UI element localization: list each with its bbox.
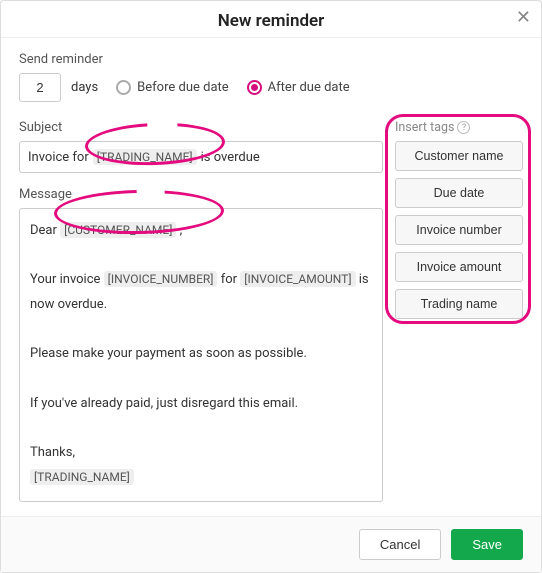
message-text: for	[221, 272, 237, 287]
send-reminder-label: Send reminder	[19, 52, 523, 67]
message-text: Please make your payment as soon as poss…	[30, 342, 372, 367]
subject-label: Subject	[19, 120, 383, 135]
message-input[interactable]: Dear [CUSTOMER_NAME] , Your invoice [INV…	[19, 208, 383, 502]
radio-icon	[116, 80, 131, 95]
days-text: days	[71, 80, 98, 95]
message-label: Message	[19, 187, 383, 202]
left-column: Subject Invoice for [TRADING_NAME] is ov…	[19, 120, 383, 502]
message-text: Dear	[30, 223, 57, 238]
tag-btn-invoice-amount[interactable]: Invoice amount	[395, 252, 523, 282]
before-due-radio[interactable]: Before due date	[116, 80, 229, 95]
message-tag-customer-name: [CUSTOMER_NAME]	[60, 222, 176, 238]
subject-text-post: is overdue	[201, 150, 260, 165]
subject-text-pre: Invoice for	[28, 150, 89, 165]
send-reminder-row: days Before due date After due date	[19, 73, 523, 102]
message-tag-invoice-number: [INVOICE_NUMBER]	[104, 271, 218, 287]
message-tag-invoice-amount: [INVOICE_AMOUNT]	[240, 271, 355, 287]
before-due-label: Before due date	[137, 80, 229, 95]
save-button[interactable]: Save	[451, 529, 523, 560]
subject-input[interactable]: Invoice for [TRADING_NAME] is overdue	[19, 141, 383, 173]
modal-footer: Cancel Save	[1, 516, 541, 572]
tag-btn-customer-name[interactable]: Customer name	[395, 141, 523, 171]
after-due-radio[interactable]: After due date	[247, 80, 350, 95]
tag-btn-trading-name[interactable]: Trading name	[395, 289, 523, 319]
insert-tags-panel: Insert tags ? Customer name Due date Inv…	[395, 120, 523, 502]
new-reminder-modal: New reminder ✕ Send reminder days Before…	[0, 0, 542, 573]
modal-title: New reminder	[218, 11, 325, 31]
cancel-button[interactable]: Cancel	[359, 529, 441, 560]
modal-body: Send reminder days Before due date After…	[1, 38, 541, 516]
modal-header: New reminder ✕	[1, 1, 541, 38]
after-due-label: After due date	[268, 80, 350, 95]
days-input[interactable]	[19, 73, 61, 102]
radio-icon	[247, 80, 262, 95]
message-tag-trading-name: [TRADING_NAME]	[30, 469, 134, 485]
message-text: ,	[180, 223, 183, 238]
tag-btn-due-date[interactable]: Due date	[395, 178, 523, 208]
help-icon[interactable]: ?	[457, 121, 470, 134]
insert-tags-label: Insert tags	[395, 120, 454, 135]
message-text: If you've already paid, just disregard t…	[30, 392, 372, 417]
tag-btn-invoice-number[interactable]: Invoice number	[395, 215, 523, 245]
message-text: Your invoice	[30, 272, 100, 287]
message-text: Thanks,	[30, 445, 75, 460]
subject-tag-trading-name: [TRADING_NAME]	[93, 149, 197, 165]
close-icon[interactable]: ✕	[516, 9, 531, 27]
